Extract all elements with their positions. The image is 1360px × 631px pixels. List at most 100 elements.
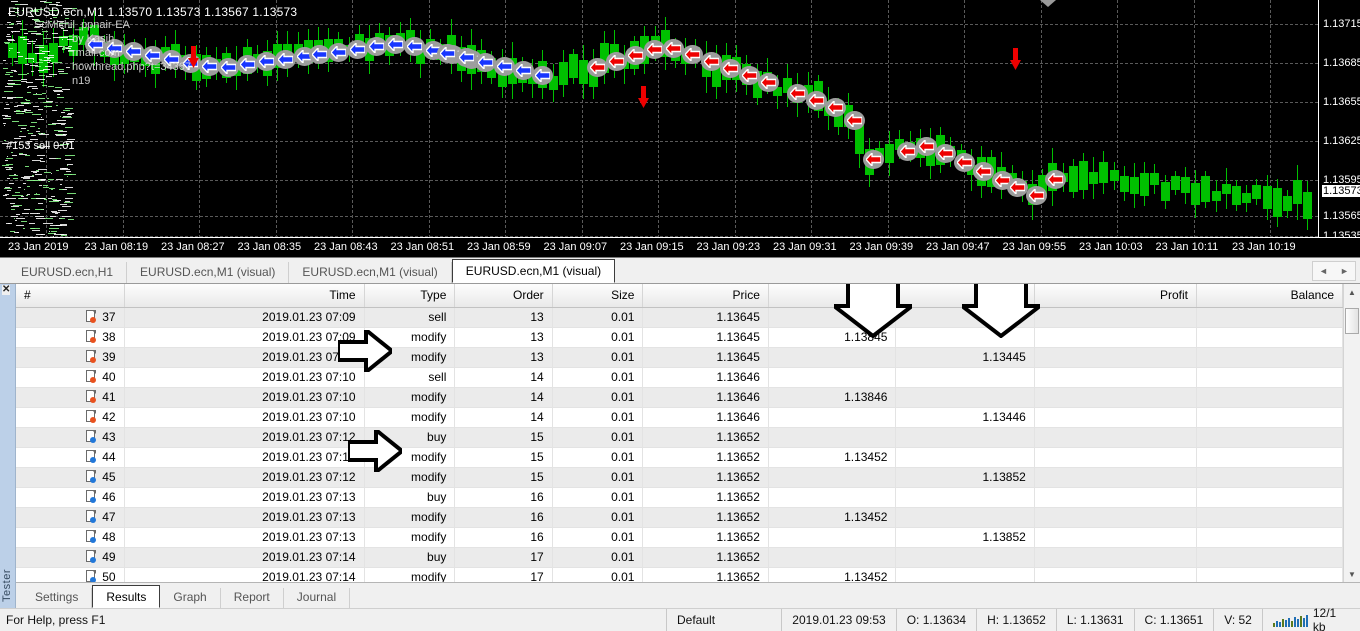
- sell-arrow-marker-icon: [666, 42, 681, 55]
- column-header-tp[interactable]: T / P: [896, 284, 1034, 307]
- ea-line-4: n19: [34, 74, 191, 88]
- chart-tick-noise: [6, 223, 10, 224]
- chart-tick-noise: [9, 24, 13, 25]
- chart-tick-noise: [52, 110, 57, 111]
- chart-tick-noise: [62, 117, 72, 118]
- table-row[interactable]: 412019.01.23 07:10modify140.011.136461.1…: [16, 387, 1343, 407]
- time-label-10: 23 Jan 09:31: [773, 241, 837, 253]
- chart-canvas[interactable]: [0, 0, 1318, 238]
- column-header-balance[interactable]: Balance: [1196, 284, 1342, 307]
- cell-time: 2019.01.23 07:12: [124, 467, 364, 487]
- column-header-sl[interactable]: S / L: [768, 284, 896, 307]
- table-row[interactable]: 372019.01.23 07:09sell130.011.13645: [16, 307, 1343, 327]
- table-row[interactable]: 462019.01.23 07:13buy160.011.13652: [16, 487, 1343, 507]
- chart-tick-noise: [32, 114, 41, 115]
- chart-tick-noise: [28, 133, 33, 134]
- cell-type: modify: [364, 387, 455, 407]
- column-header-size[interactable]: Size: [552, 284, 643, 307]
- chart-tick-noise: [24, 103, 30, 104]
- scrollbar-thumb[interactable]: [1345, 308, 1359, 334]
- ea-line-0: ScMichil_ppnair-EA: [34, 18, 191, 32]
- table-row[interactable]: 442019.01.23 07:12modify150.011.136521.1…: [16, 447, 1343, 467]
- time-label-15: 23 Jan 10:11: [1156, 241, 1219, 253]
- chart-tick-noise: [32, 230, 40, 231]
- chart-tick-noise: [12, 195, 14, 196]
- table-row[interactable]: 472019.01.23 07:13modify160.011.136521.1…: [16, 507, 1343, 527]
- table-row[interactable]: 502019.01.23 07:14modify170.011.136521.1…: [16, 567, 1343, 582]
- table-row[interactable]: 492019.01.23 07:14buy170.011.13652: [16, 547, 1343, 567]
- sell-arrow-marker-icon: [761, 76, 776, 89]
- chart-panel[interactable]: EURUSD.ecn,M1 1.13570 1.13573 1.13567 1.…: [0, 0, 1360, 258]
- buy-arrow-marker-icon: [312, 48, 327, 61]
- price-label-5: 1.13565: [1323, 210, 1360, 222]
- chart-tick-noise: [10, 203, 14, 204]
- order-buy-icon: [86, 430, 97, 443]
- cell-id-text: 40: [102, 370, 115, 384]
- tester-tab-settings[interactable]: Settings: [22, 588, 92, 608]
- cell-order: 14: [455, 367, 552, 387]
- scroll-down-icon[interactable]: ▼: [1344, 566, 1360, 582]
- cell-size: 0.01: [552, 447, 643, 467]
- table-row[interactable]: 422019.01.23 07:10modify140.011.136461.1…: [16, 407, 1343, 427]
- chart-tab-1[interactable]: EURUSD.ecn,M1 (visual): [127, 262, 289, 283]
- results-vertical-scrollbar[interactable]: ▲ ▼: [1343, 284, 1360, 582]
- sell-arrow-marker-icon: [957, 156, 972, 169]
- tester-tab-journal[interactable]: Journal: [284, 588, 350, 608]
- chart-top-marker-icon: [1040, 0, 1056, 7]
- column-header-type[interactable]: Type: [364, 284, 455, 307]
- cell-price: 1.13646: [643, 387, 768, 407]
- cell-order: 16: [455, 507, 552, 527]
- chart-tick-noise: [15, 220, 17, 221]
- tester-tab-report[interactable]: Report: [221, 588, 284, 608]
- buy-arrow-marker-icon: [350, 43, 365, 56]
- chart-tick-noise: [62, 216, 71, 217]
- chart-tab-3[interactable]: EURUSD.ecn,M1 (visual): [452, 259, 615, 283]
- chart-tick-noise: [26, 195, 28, 196]
- cell-price: 1.13646: [643, 407, 768, 427]
- chart-tab-strip[interactable]: EURUSD.ecn,H1EURUSD.ecn,M1 (visual)EURUS…: [0, 258, 1360, 284]
- cell-price: 1.13645: [643, 327, 768, 347]
- tester-tab-results[interactable]: Results: [92, 585, 160, 608]
- tab-next-icon[interactable]: ►: [1340, 266, 1349, 276]
- table-row[interactable]: 392019.01.23 07:09modify130.011.136451.1…: [16, 347, 1343, 367]
- cell-order: 14: [455, 387, 552, 407]
- chart-tick-noise: [60, 116, 62, 117]
- chart-tab-2[interactable]: EURUSD.ecn,M1 (visual): [289, 262, 451, 283]
- gridline-vertical: [888, 0, 889, 238]
- column-header-price[interactable]: Price: [643, 284, 768, 307]
- buy-arrow-marker-icon: [535, 69, 550, 82]
- column-header-profit[interactable]: Profit: [1034, 284, 1196, 307]
- candlestick: [569, 49, 578, 84]
- column-header-order[interactable]: Order: [455, 284, 552, 307]
- table-row[interactable]: 452019.01.23 07:12modify150.011.136521.1…: [16, 467, 1343, 487]
- chart-tick-noise: [53, 90, 62, 91]
- tab-prev-icon[interactable]: ◄: [1319, 266, 1328, 276]
- tester-tab-strip[interactable]: SettingsResultsGraphReportJournal: [16, 582, 1360, 608]
- table-row[interactable]: 402019.01.23 07:10sell140.011.13646: [16, 367, 1343, 387]
- scroll-up-icon[interactable]: ▲: [1344, 284, 1360, 300]
- table-row[interactable]: 382019.01.23 07:09modify130.011.136451.1…: [16, 327, 1343, 347]
- price-label-2: 1.13655: [1323, 96, 1360, 108]
- chart-tick-noise: [41, 179, 46, 180]
- column-header-[interactable]: #: [16, 284, 124, 307]
- sell-arrow-marker-icon: [685, 48, 700, 61]
- table-row[interactable]: 432019.01.23 07:12buy150.011.13652: [16, 427, 1343, 447]
- chart-tick-noise: [43, 223, 53, 224]
- chart-tab-0[interactable]: EURUSD.ecn,H1: [8, 262, 127, 283]
- chart-tick-noise: [62, 206, 71, 207]
- ea-line-3: howthread.php?t=34367: [34, 60, 191, 74]
- results-table-container[interactable]: #TimeTypeOrderSizePriceS / LT / PProfitB…: [16, 284, 1343, 582]
- chart-tick-noise: [21, 79, 27, 80]
- tester-tab-graph[interactable]: Graph: [160, 588, 220, 608]
- column-header-time[interactable]: Time: [124, 284, 364, 307]
- table-row[interactable]: 482019.01.23 07:13modify160.011.136521.1…: [16, 527, 1343, 547]
- close-icon[interactable]: ✕: [2, 285, 10, 295]
- chart-tab-nav[interactable]: ◄ ►: [1312, 261, 1356, 281]
- chart-tick-noise: [44, 172, 50, 173]
- cell-profit: [1034, 327, 1196, 347]
- chart-tick-noise: [14, 71, 18, 72]
- cell-tp: [896, 567, 1034, 582]
- cell-order: 17: [455, 547, 552, 567]
- chart-tick-noise: [18, 198, 22, 199]
- candlestick: [1079, 153, 1088, 199]
